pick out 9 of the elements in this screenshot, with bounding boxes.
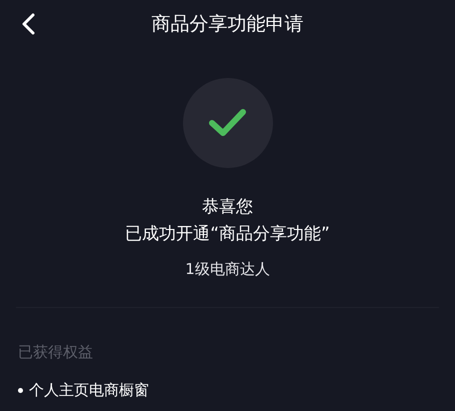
back-icon[interactable] (21, 13, 35, 35)
level-label: 1级电商达人 (185, 259, 270, 279)
success-heading: 恭喜您 (202, 196, 253, 218)
page-title: 商品分享功能申请 (152, 12, 304, 37)
section-title: 已获得权益 (18, 342, 93, 362)
bullet-icon (18, 388, 23, 392)
success-check-icon (182, 78, 272, 168)
success-message: 已成功开通“商品分享功能” (125, 223, 330, 245)
benefit-item: 个人主页电商橱窗 (29, 380, 149, 400)
